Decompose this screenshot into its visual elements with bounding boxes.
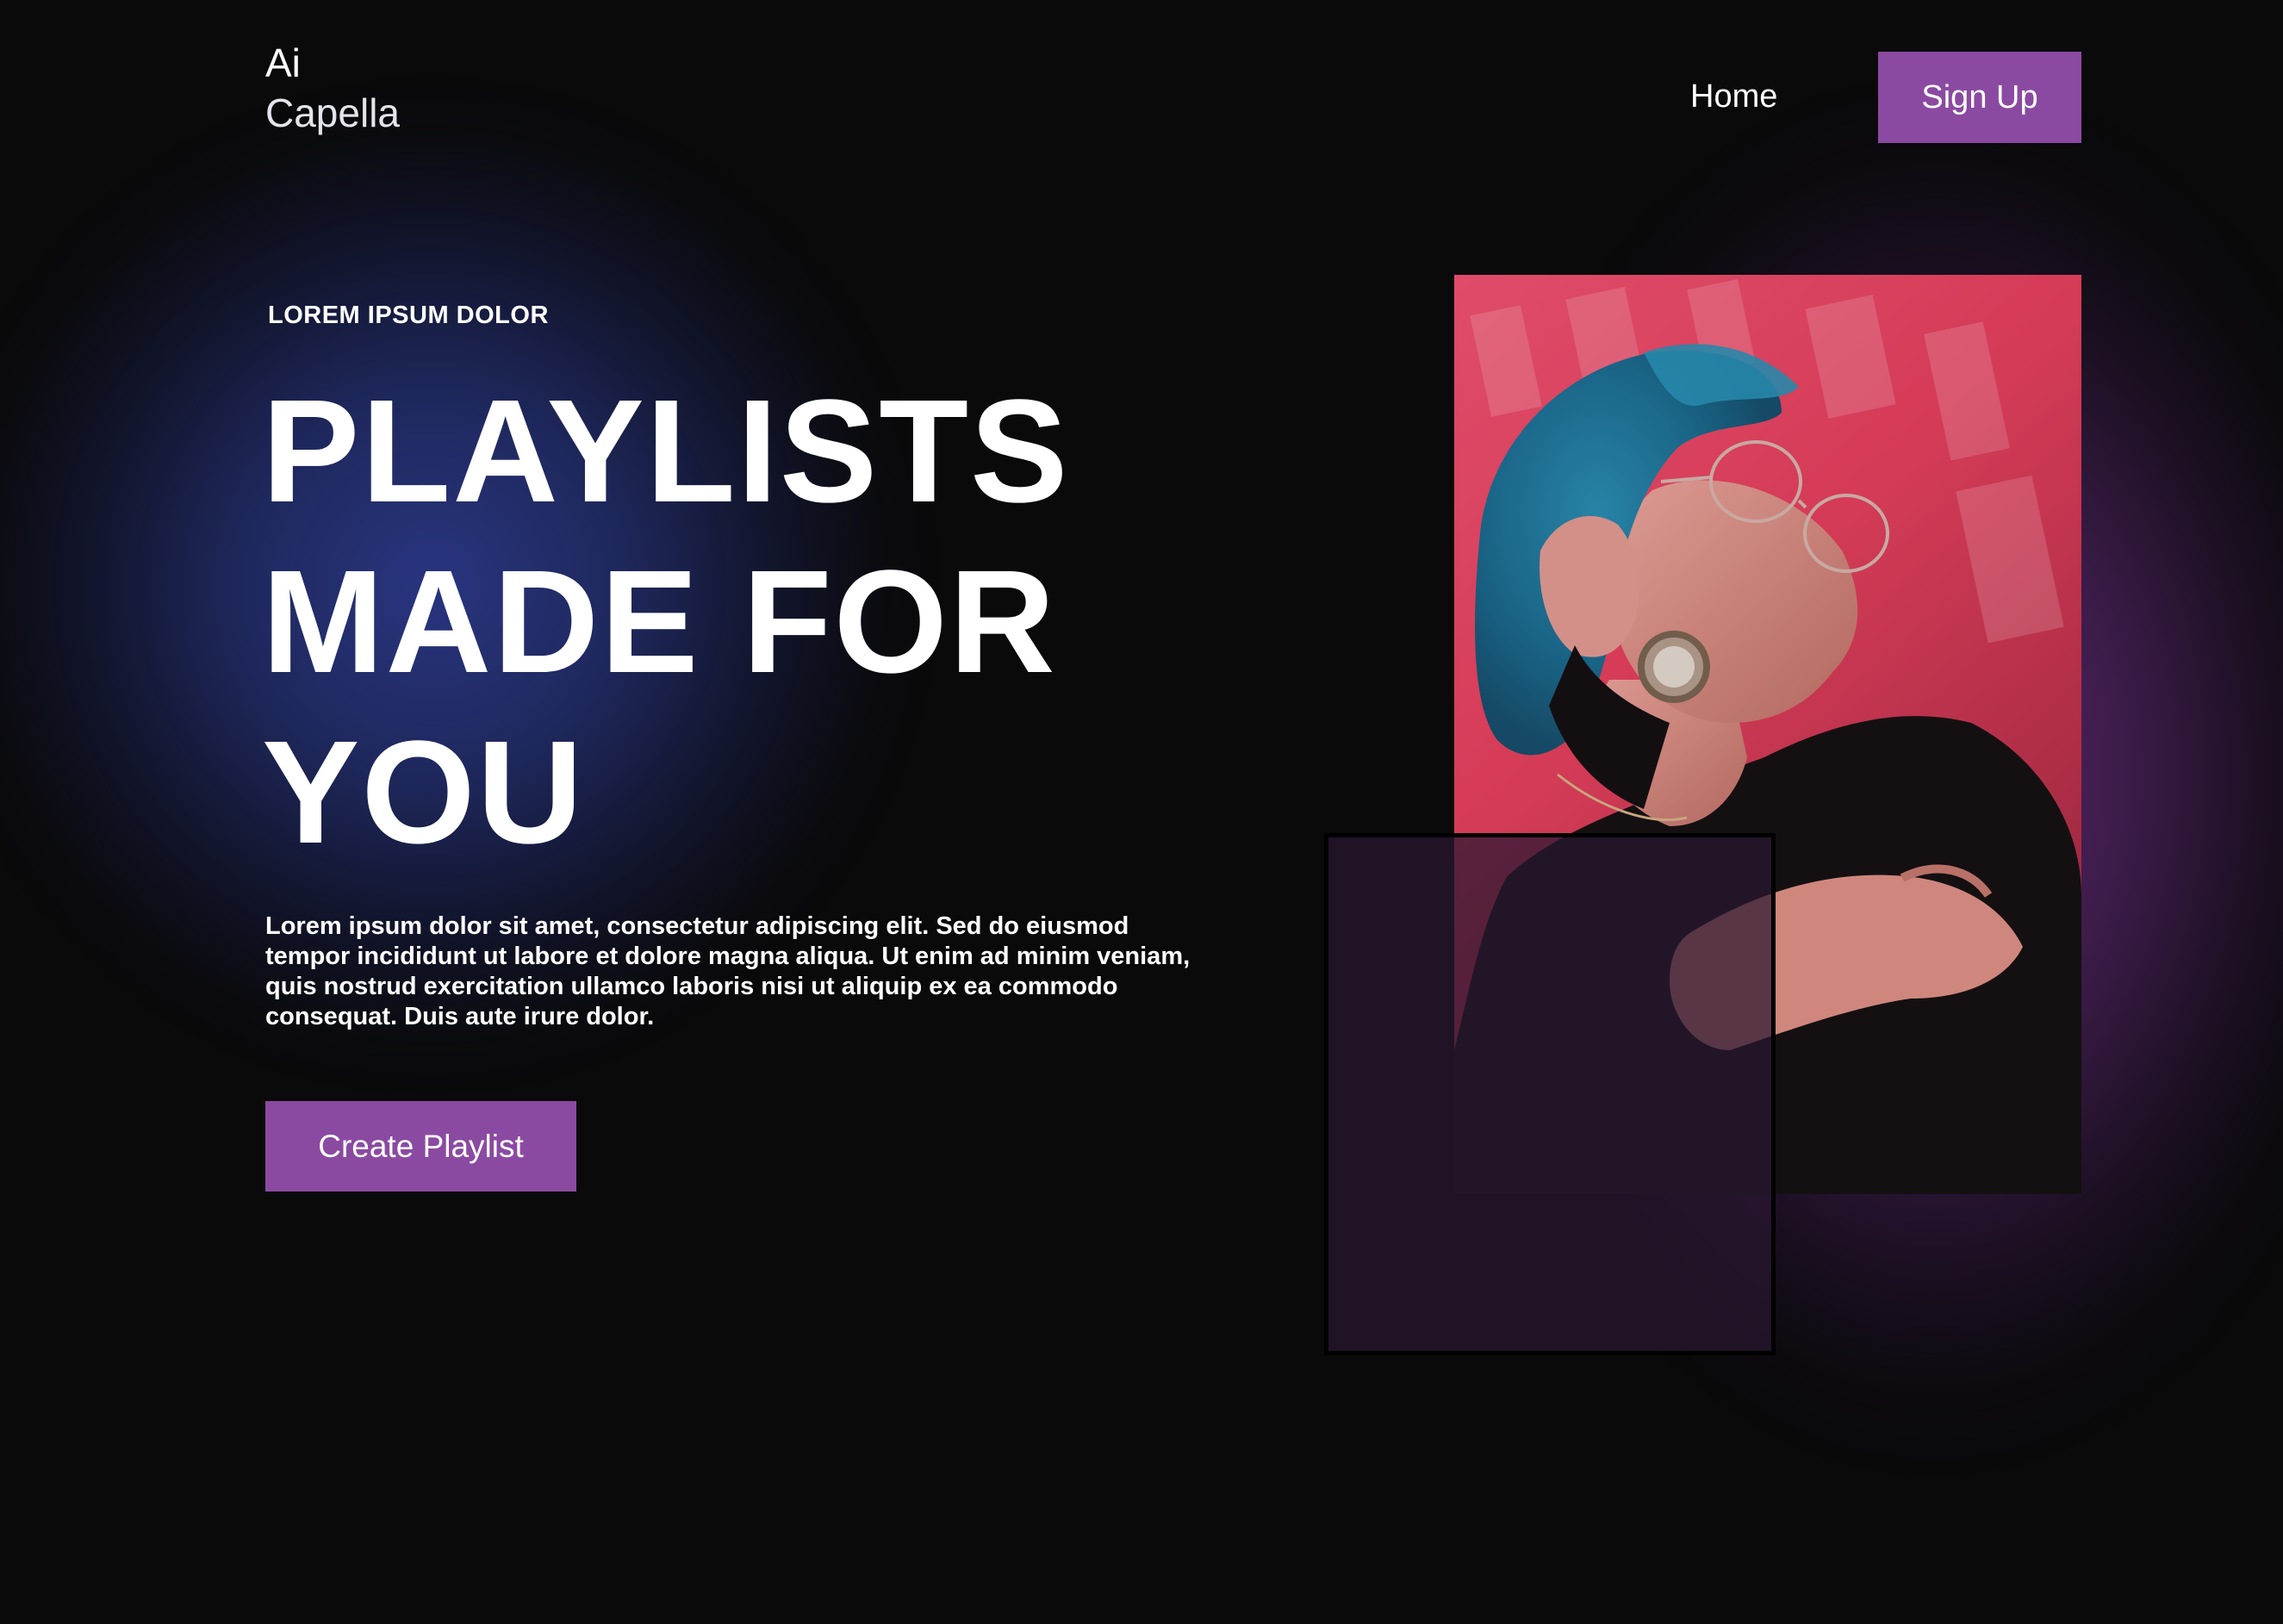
logo-line-1: Ai (265, 40, 301, 85)
logo[interactable]: Ai Capella (265, 38, 400, 138)
hero-headline: PLAYLISTS MADE FOR YOU (262, 366, 1210, 878)
headline-line-3: YOU (262, 711, 585, 874)
sign-up-button[interactable]: Sign Up (1878, 52, 2081, 143)
logo-line-2: Capella (265, 90, 400, 135)
headline-line-2: MADE FOR (262, 540, 1057, 704)
create-playlist-button[interactable]: Create Playlist (265, 1101, 576, 1192)
hero-description: Lorem ipsum dolor sit amet, consectetur … (265, 912, 1191, 1030)
nav-home-link[interactable]: Home (1690, 72, 1777, 121)
hero-eyebrow: LOREM IPSUM DOLOR (268, 302, 549, 329)
decorative-overlay-box (1324, 833, 1776, 1355)
landing-page: Ai Capella Home Sign Up LOREM IPSUM DOLO… (0, 0, 2283, 1624)
headline-line-1: PLAYLISTS (262, 370, 1070, 533)
